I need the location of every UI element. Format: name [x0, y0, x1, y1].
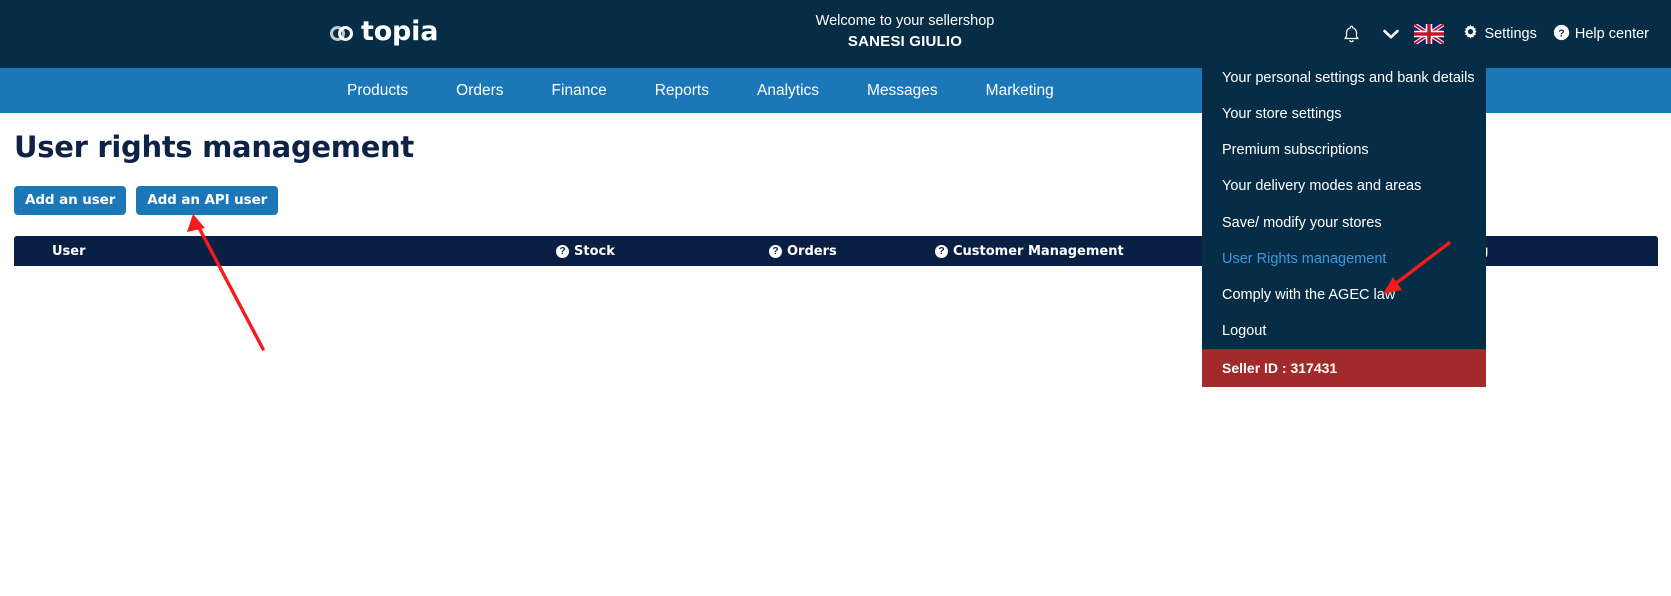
- table-col-orders-label: Orders: [787, 243, 837, 259]
- dropdown-item-premium-subscriptions[interactable]: Premium subscriptions: [1202, 132, 1486, 168]
- table-col-customer-management[interactable]: ? Customer Management: [935, 236, 1124, 266]
- octopia-logo[interactable]: topia: [330, 16, 438, 47]
- help-circle-icon: ?: [1553, 24, 1570, 45]
- header-actions: Settings ? Help center: [1335, 0, 1657, 68]
- nav-items: Products Orders Finance Reports Analytic…: [323, 68, 1078, 113]
- welcome-greeting: Welcome to your sellershop: [815, 13, 995, 29]
- nav-item-messages[interactable]: Messages: [843, 82, 962, 100]
- chevron-down-icon[interactable]: [1368, 28, 1406, 40]
- top-header-bar: topia Welcome to your sellershop SANESI …: [0, 0, 1671, 68]
- dropdown-item-personal-settings[interactable]: Your personal settings and bank details: [1202, 60, 1486, 96]
- nav-item-finance[interactable]: Finance: [528, 82, 631, 100]
- page-root: topia Welcome to your sellershop SANESI …: [0, 0, 1671, 596]
- welcome-account-name: SANESI GIULIO: [847, 32, 963, 50]
- uk-flag-icon: [1414, 24, 1445, 44]
- settings-label: Settings: [1484, 26, 1537, 42]
- dropdown-item-save-modify-stores[interactable]: Save/ modify your stores: [1202, 205, 1486, 241]
- help-center-label: Help center: [1574, 26, 1649, 42]
- seller-id-badge: Seller ID : 317431: [1202, 349, 1486, 387]
- octopia-logo-text: topia: [361, 16, 439, 47]
- table-col-orders[interactable]: ? Orders: [769, 236, 837, 266]
- octopia-logo-mark: [330, 18, 360, 45]
- table-col-user[interactable]: User: [52, 236, 86, 266]
- add-an-api-user-button[interactable]: Add an API user: [136, 186, 279, 215]
- language-selector[interactable]: [1406, 24, 1454, 44]
- dropdown-item-user-rights-management[interactable]: User Rights management: [1202, 241, 1486, 277]
- settings-dropdown-menu: Your personal settings and bank details …: [1202, 60, 1486, 387]
- table-col-user-label: User: [52, 243, 86, 259]
- nav-item-orders[interactable]: Orders: [432, 82, 527, 100]
- table-col-stock[interactable]: ? Stock: [556, 236, 615, 266]
- dropdown-item-delivery-modes[interactable]: Your delivery modes and areas: [1202, 168, 1486, 204]
- add-an-user-button[interactable]: Add an user: [14, 186, 127, 215]
- gear-icon: [1462, 24, 1479, 45]
- help-icon-stock[interactable]: ?: [556, 244, 569, 258]
- settings-button[interactable]: Settings: [1454, 24, 1544, 45]
- nav-item-analytics[interactable]: Analytics: [733, 82, 843, 100]
- action-button-row: Add an user Add an API user: [14, 186, 279, 215]
- dropdown-item-store-settings[interactable]: Your store settings: [1202, 96, 1486, 132]
- dropdown-item-agec-law[interactable]: Comply with the AGEC law: [1202, 277, 1486, 313]
- nav-item-marketing[interactable]: Marketing: [962, 82, 1078, 100]
- help-icon-orders[interactable]: ?: [769, 244, 782, 258]
- table-col-stock-label: Stock: [574, 243, 615, 259]
- welcome-block: Welcome to your sellershop SANESI GIULIO: [760, 12, 1050, 52]
- svg-text:?: ?: [1558, 28, 1564, 39]
- help-center-button[interactable]: ? Help center: [1545, 24, 1657, 45]
- nav-item-products[interactable]: Products: [323, 82, 432, 100]
- notifications-bell-icon[interactable]: [1335, 25, 1368, 44]
- page-title: User rights management: [14, 130, 414, 164]
- table-col-customer-management-label: Customer Management: [953, 243, 1124, 259]
- nav-item-reports[interactable]: Reports: [631, 82, 733, 100]
- help-icon-customer-management[interactable]: ?: [935, 244, 948, 258]
- dropdown-item-logout[interactable]: Logout: [1202, 313, 1486, 349]
